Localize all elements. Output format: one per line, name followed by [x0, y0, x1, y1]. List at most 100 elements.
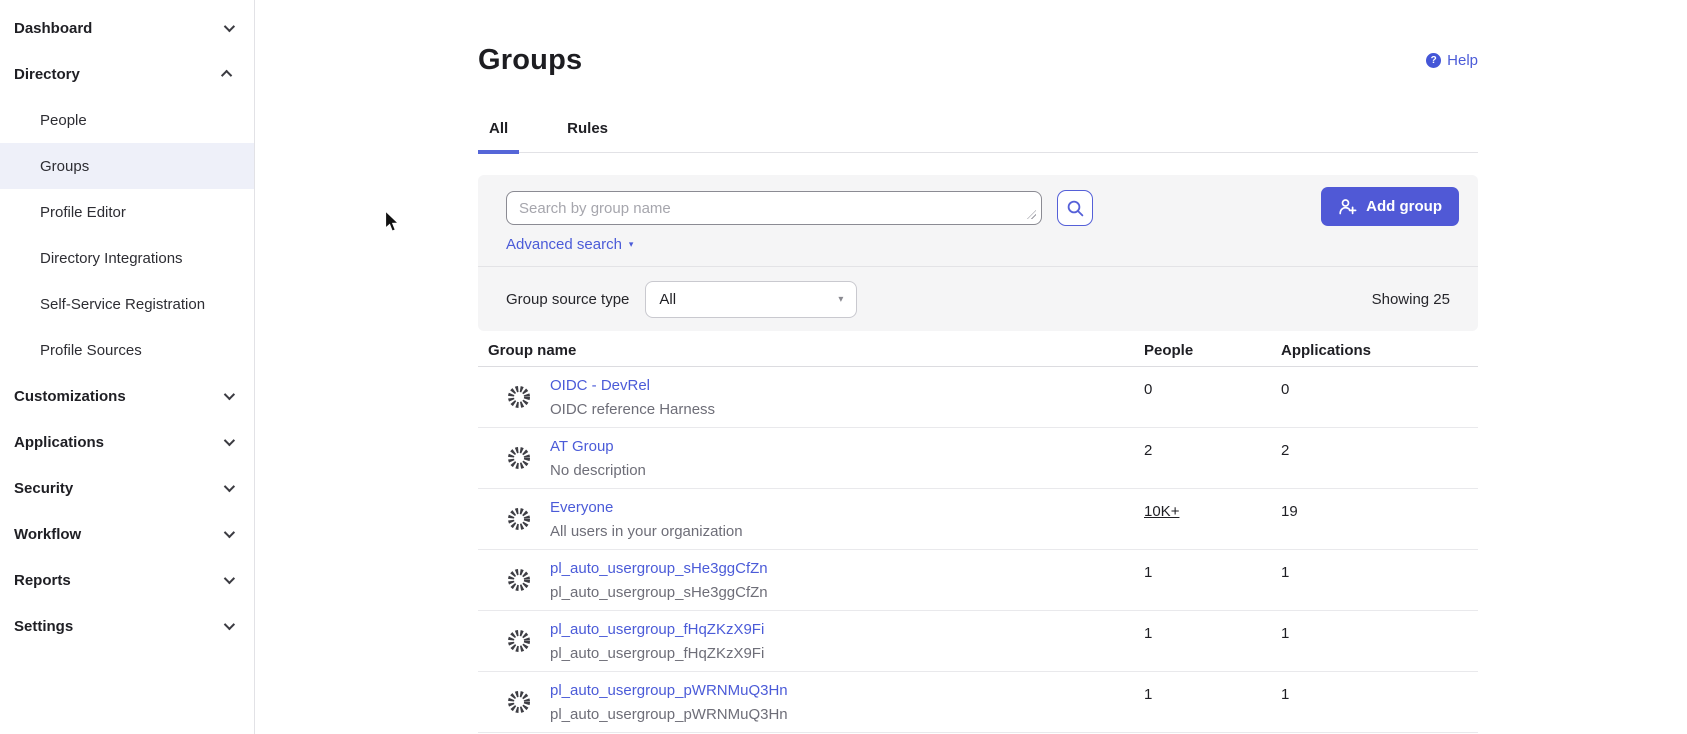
search-section: Add group Advanced search ▾ [478, 175, 1478, 266]
table-row: pl_auto_usergroup_pWRNMuQ3Hn pl_auto_use… [478, 672, 1478, 733]
sidebar-item-settings[interactable]: Settings [0, 603, 254, 649]
applications-count: 1 [1281, 611, 1478, 671]
people-count: 2 [1144, 428, 1281, 488]
sidebar-item-label: Settings [14, 618, 73, 635]
people-count: 0 [1144, 367, 1281, 427]
chevron-down-icon [224, 619, 235, 630]
sidebar-item-dashboard[interactable]: Dashboard [0, 5, 254, 51]
page-title: Groups [478, 0, 1478, 77]
sidebar-item-label: Security [14, 480, 73, 497]
sidebar-item-label: Customizations [14, 388, 126, 405]
group-name-link[interactable]: pl_auto_usergroup_fHqZKzX9Fi [550, 621, 764, 638]
caret-down-icon: ▾ [629, 239, 634, 250]
sidebar-item-label: Dashboard [14, 20, 92, 37]
table-row: pl_auto_usergroup_fHqZKzX9Fi pl_auto_use… [478, 611, 1478, 672]
tab-all[interactable]: All [478, 120, 519, 154]
people-count: 1 [1144, 550, 1281, 610]
caret-down-icon: ▾ [838, 294, 843, 305]
mouse-cursor [384, 210, 401, 234]
group-name-link[interactable]: OIDC - DevRel [550, 377, 715, 394]
sidebar-item-workflow[interactable]: Workflow [0, 511, 254, 557]
help-label: Help [1447, 52, 1478, 69]
sidebar-item-reports[interactable]: Reports [0, 557, 254, 603]
help-link[interactable]: ? Help [1426, 52, 1478, 69]
group-name-link[interactable]: AT Group [550, 438, 646, 455]
group-source-type-select[interactable]: All ▾ [645, 281, 857, 318]
sidebar-item-groups[interactable]: Groups [0, 143, 254, 189]
column-header-applications: Applications [1281, 342, 1478, 359]
applications-count: 19 [1281, 489, 1478, 549]
group-name-link[interactable]: Everyone [550, 499, 743, 516]
sidebar-item-label: People [40, 112, 87, 129]
chevron-down-icon [224, 21, 235, 32]
groups-admin-page: { "sidebar": { "items": [ { "label": "Da… [0, 0, 1687, 734]
help-icon: ? [1426, 53, 1441, 68]
advanced-search-link[interactable]: Advanced search ▾ [506, 236, 633, 253]
sidebar-item-label: Profile Sources [40, 342, 142, 359]
applications-count: 0 [1281, 367, 1478, 427]
chevron-down-icon [224, 527, 235, 538]
applications-count: 1 [1281, 672, 1478, 732]
people-count: 1 [1144, 672, 1281, 732]
group-description: No description [550, 462, 646, 479]
sidebar-item-customizations[interactable]: Customizations [0, 373, 254, 419]
chevron-down-icon [224, 573, 235, 584]
sidebar-item-directory[interactable]: Directory [0, 51, 254, 97]
group-name-link[interactable]: pl_auto_usergroup_sHe3ggCfZn [550, 560, 768, 577]
group-icon [506, 689, 532, 715]
tab-rules[interactable]: Rules [556, 120, 619, 152]
sidebar-item-label: Profile Editor [40, 204, 126, 221]
search-icon [1066, 199, 1085, 218]
add-group-button[interactable]: Add group [1321, 187, 1459, 226]
sidebar-item-profile-sources[interactable]: Profile Sources [0, 327, 254, 373]
table-header: Group name People Applications [478, 334, 1478, 367]
group-icon [506, 445, 532, 471]
table-row: OIDC - DevRel OIDC reference Harness 0 0 [478, 367, 1478, 428]
sidebar-item-label: Reports [14, 572, 71, 589]
applications-count: 1 [1281, 550, 1478, 610]
search-button[interactable] [1057, 190, 1093, 226]
sidebar-item-people[interactable]: People [0, 97, 254, 143]
tab-bar: All Rules [478, 120, 1478, 153]
groups-table: Group name People Applications OIDC - De… [478, 334, 1478, 733]
add-group-label: Add group [1366, 198, 1442, 215]
advanced-search-label: Advanced search [506, 236, 622, 253]
selected-option: All [659, 291, 676, 308]
group-description: All users in your organization [550, 523, 743, 540]
group-name-link[interactable]: pl_auto_usergroup_pWRNMuQ3Hn [550, 682, 788, 699]
sidebar-item-label: Directory Integrations [40, 250, 183, 267]
main-content: Groups ? Help All Rules [478, 0, 1478, 733]
sidebar-item-directory-integrations[interactable]: Directory Integrations [0, 235, 254, 281]
table-row: Everyone All users in your organization … [478, 489, 1478, 550]
people-count: 1 [1144, 611, 1281, 671]
showing-count: Showing 25 [1372, 291, 1450, 308]
source-type-section: Group source type All ▾ Showing 25 [478, 266, 1478, 331]
group-icon [506, 567, 532, 593]
sidebar: Dashboard Directory People Groups Profil… [0, 0, 255, 734]
chevron-down-icon [224, 435, 235, 446]
applications-count: 2 [1281, 428, 1478, 488]
group-description: OIDC reference Harness [550, 401, 715, 418]
sidebar-item-self-service-registration[interactable]: Self-Service Registration [0, 281, 254, 327]
sidebar-item-label: Workflow [14, 526, 81, 543]
chevron-down-icon [224, 389, 235, 400]
people-count-link[interactable]: 10K+ [1144, 503, 1179, 520]
group-source-type-label: Group source type [506, 291, 629, 308]
table-row: AT Group No description 2 2 [478, 428, 1478, 489]
chevron-down-icon [224, 481, 235, 492]
sidebar-item-profile-editor[interactable]: Profile Editor [0, 189, 254, 235]
group-icon [506, 506, 532, 532]
group-icon [506, 384, 532, 410]
sidebar-item-label: Directory [14, 66, 80, 83]
group-description: pl_auto_usergroup_sHe3ggCfZn [550, 584, 768, 601]
search-field-wrap [506, 191, 1042, 225]
sidebar-item-security[interactable]: Security [0, 465, 254, 511]
search-input[interactable] [506, 191, 1042, 225]
sidebar-item-label: Self-Service Registration [40, 296, 205, 313]
group-description: pl_auto_usergroup_pWRNMuQ3Hn [550, 706, 788, 723]
group-icon [506, 628, 532, 654]
column-header-group-name: Group name [478, 342, 1144, 359]
sidebar-item-applications[interactable]: Applications [0, 419, 254, 465]
filter-card: Add group Advanced search ▾ Group source… [478, 175, 1478, 331]
sidebar-item-label: Groups [40, 158, 89, 175]
